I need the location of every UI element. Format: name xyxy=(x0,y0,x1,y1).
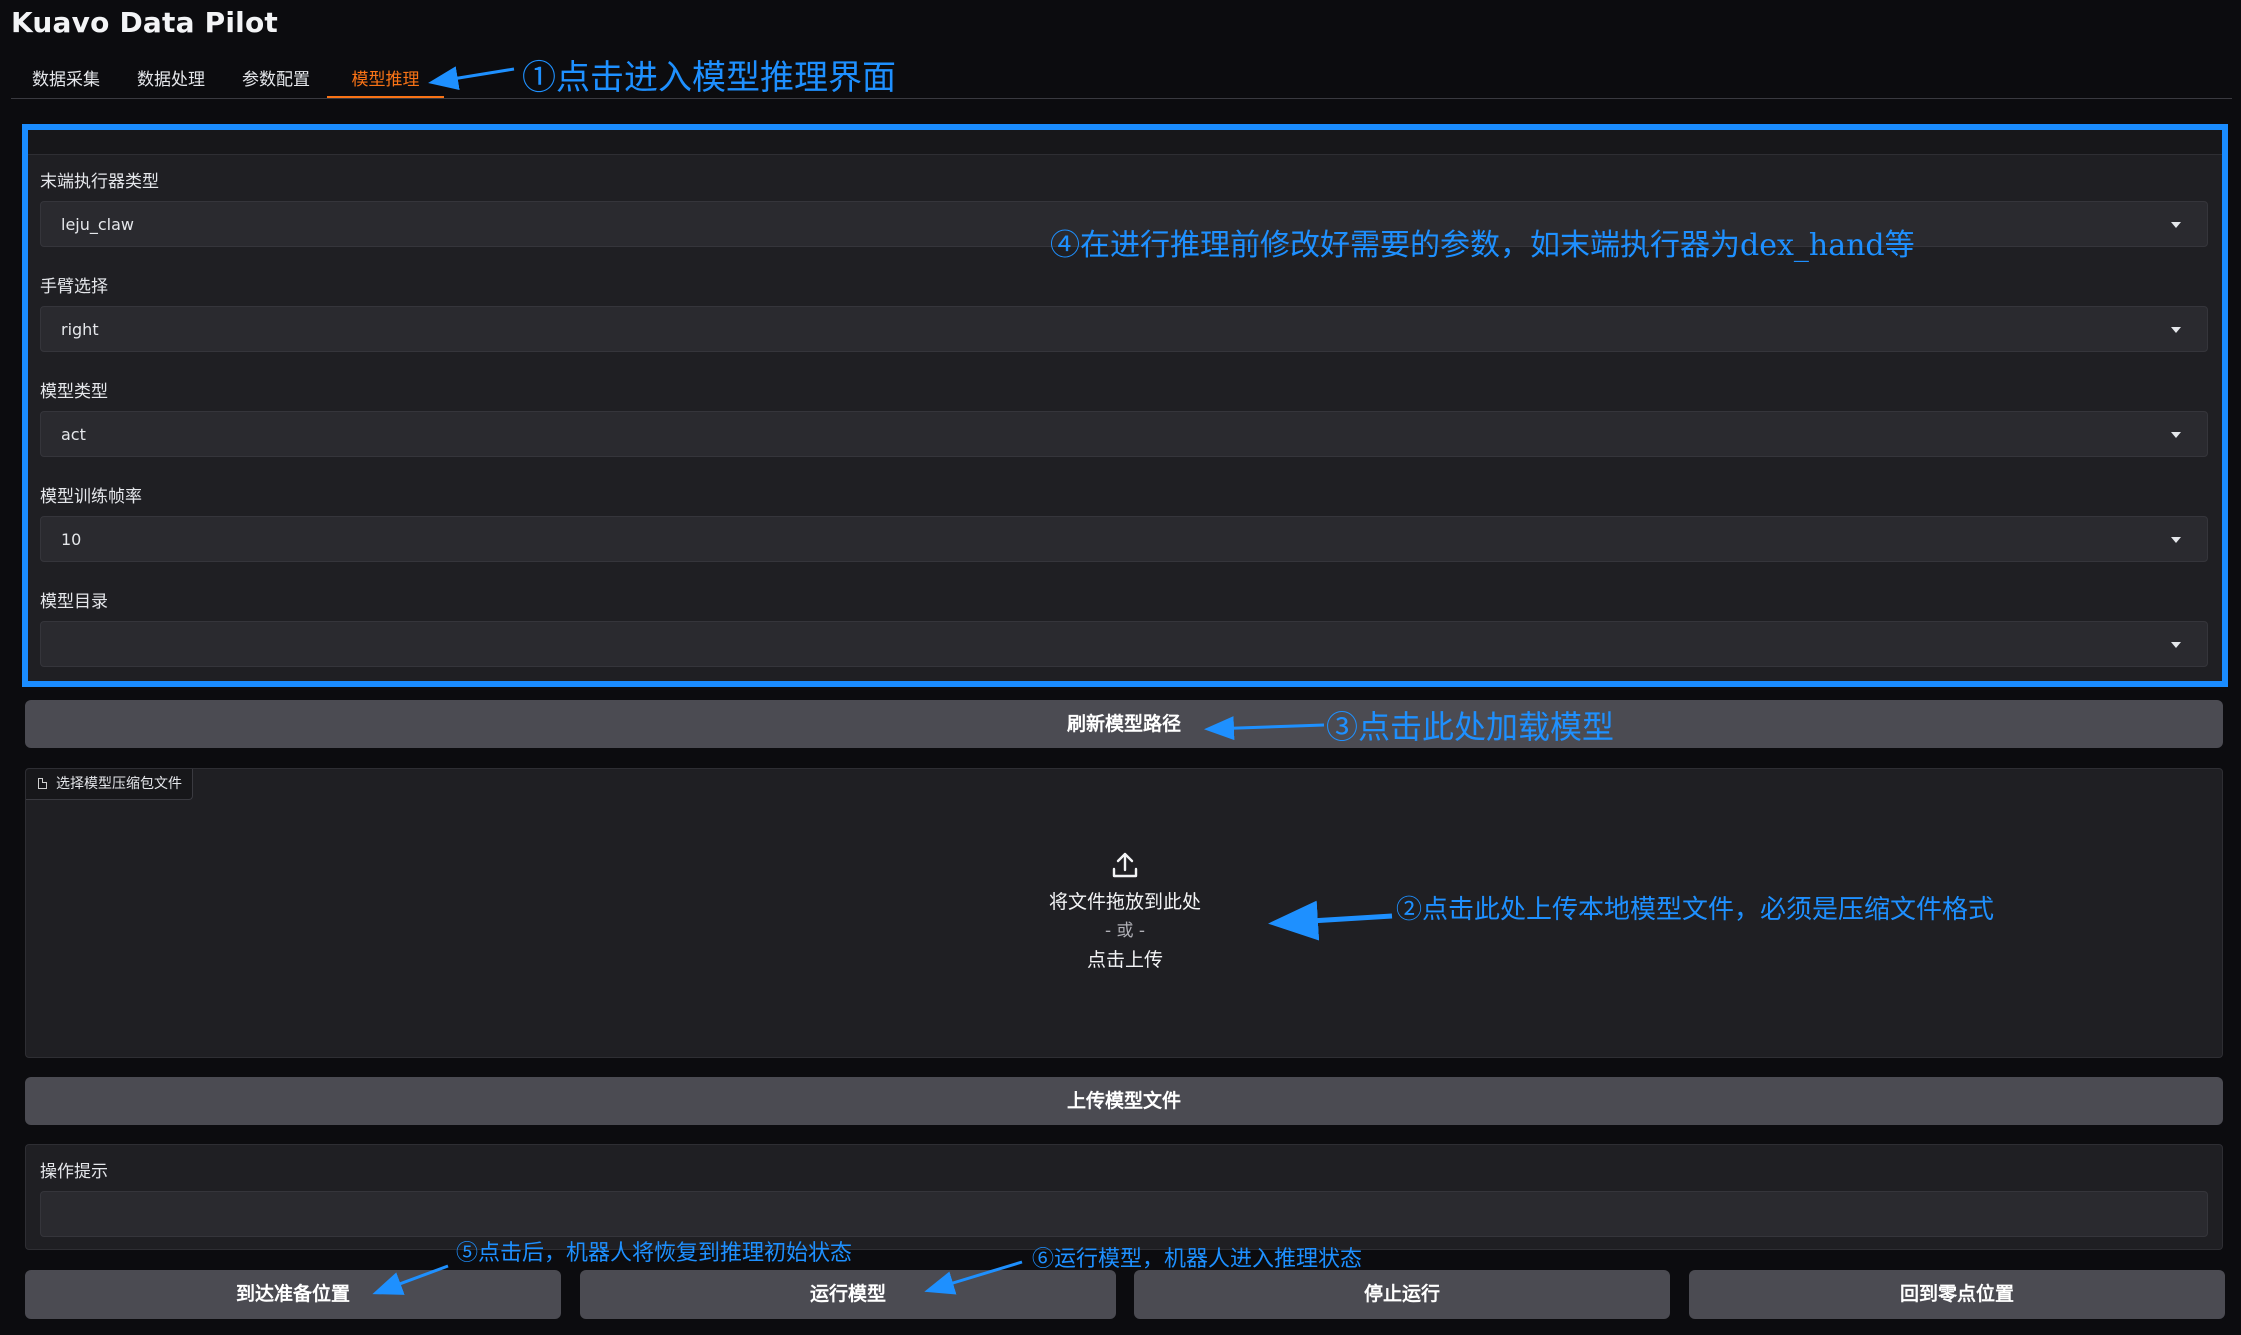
tab-data-processing[interactable]: 数据处理 xyxy=(134,58,208,98)
stop-run-button[interactable]: 停止运行 xyxy=(1134,1270,1670,1319)
upload-label-text: 选择模型压缩包文件 xyxy=(56,776,182,792)
or-text: - 或 - xyxy=(1104,921,1146,941)
hint-label: 操作提示 xyxy=(40,1162,108,1182)
refresh-model-path-button[interactable]: 刷新模型路径 xyxy=(25,700,2223,748)
hint-field[interactable] xyxy=(40,1191,2208,1237)
upload-icon xyxy=(1112,852,1138,878)
annotation-3: ③点击此处加载模型 xyxy=(1326,708,1615,746)
annotation-4: ④在进行推理前修改好需要的参数，如末端执行器为dex_hand等 xyxy=(1050,228,1915,263)
app-root: Kuavo Data Pilot 数据采集 数据处理 参数配置 模型推理 末端执… xyxy=(0,0,2241,1335)
annotation-1: ①点击进入模型推理界面 xyxy=(522,58,896,98)
file-icon xyxy=(38,778,47,789)
click-upload-text: 点击上传 xyxy=(1086,949,1163,971)
annotation-2: ②点击此处上传本地模型文件，必须是压缩文件格式 xyxy=(1396,895,1995,925)
tab-data-collection[interactable]: 数据采集 xyxy=(29,58,103,98)
return-zero-button[interactable]: 回到零点位置 xyxy=(1689,1270,2225,1319)
upload-label: 选择模型压缩包文件 xyxy=(26,769,193,800)
annotation-5: ⑤点击后，机器人将恢复到推理初始状态 xyxy=(456,1241,853,1266)
go-ready-position-button[interactable]: 到达准备位置 xyxy=(25,1270,561,1319)
drop-text: 将文件拖放到此处 xyxy=(1048,891,1201,913)
tab-param-config[interactable]: 参数配置 xyxy=(239,58,313,98)
annotation-6: ⑥运行模型，机器人进入推理状态 xyxy=(1032,1247,1363,1272)
upload-model-button[interactable]: 上传模型文件 xyxy=(25,1077,2223,1125)
drop-zone[interactable]: 将文件拖放到此处 - 或 - 点击上传 xyxy=(1000,850,1250,990)
param-highlight-frame xyxy=(22,124,2228,687)
app-title: Kuavo Data Pilot xyxy=(11,6,278,39)
run-model-button[interactable]: 运行模型 xyxy=(580,1270,1116,1319)
tab-model-inference[interactable]: 模型推理 xyxy=(327,58,444,98)
tab-bar: 数据采集 数据处理 参数配置 模型推理 xyxy=(11,58,2232,99)
